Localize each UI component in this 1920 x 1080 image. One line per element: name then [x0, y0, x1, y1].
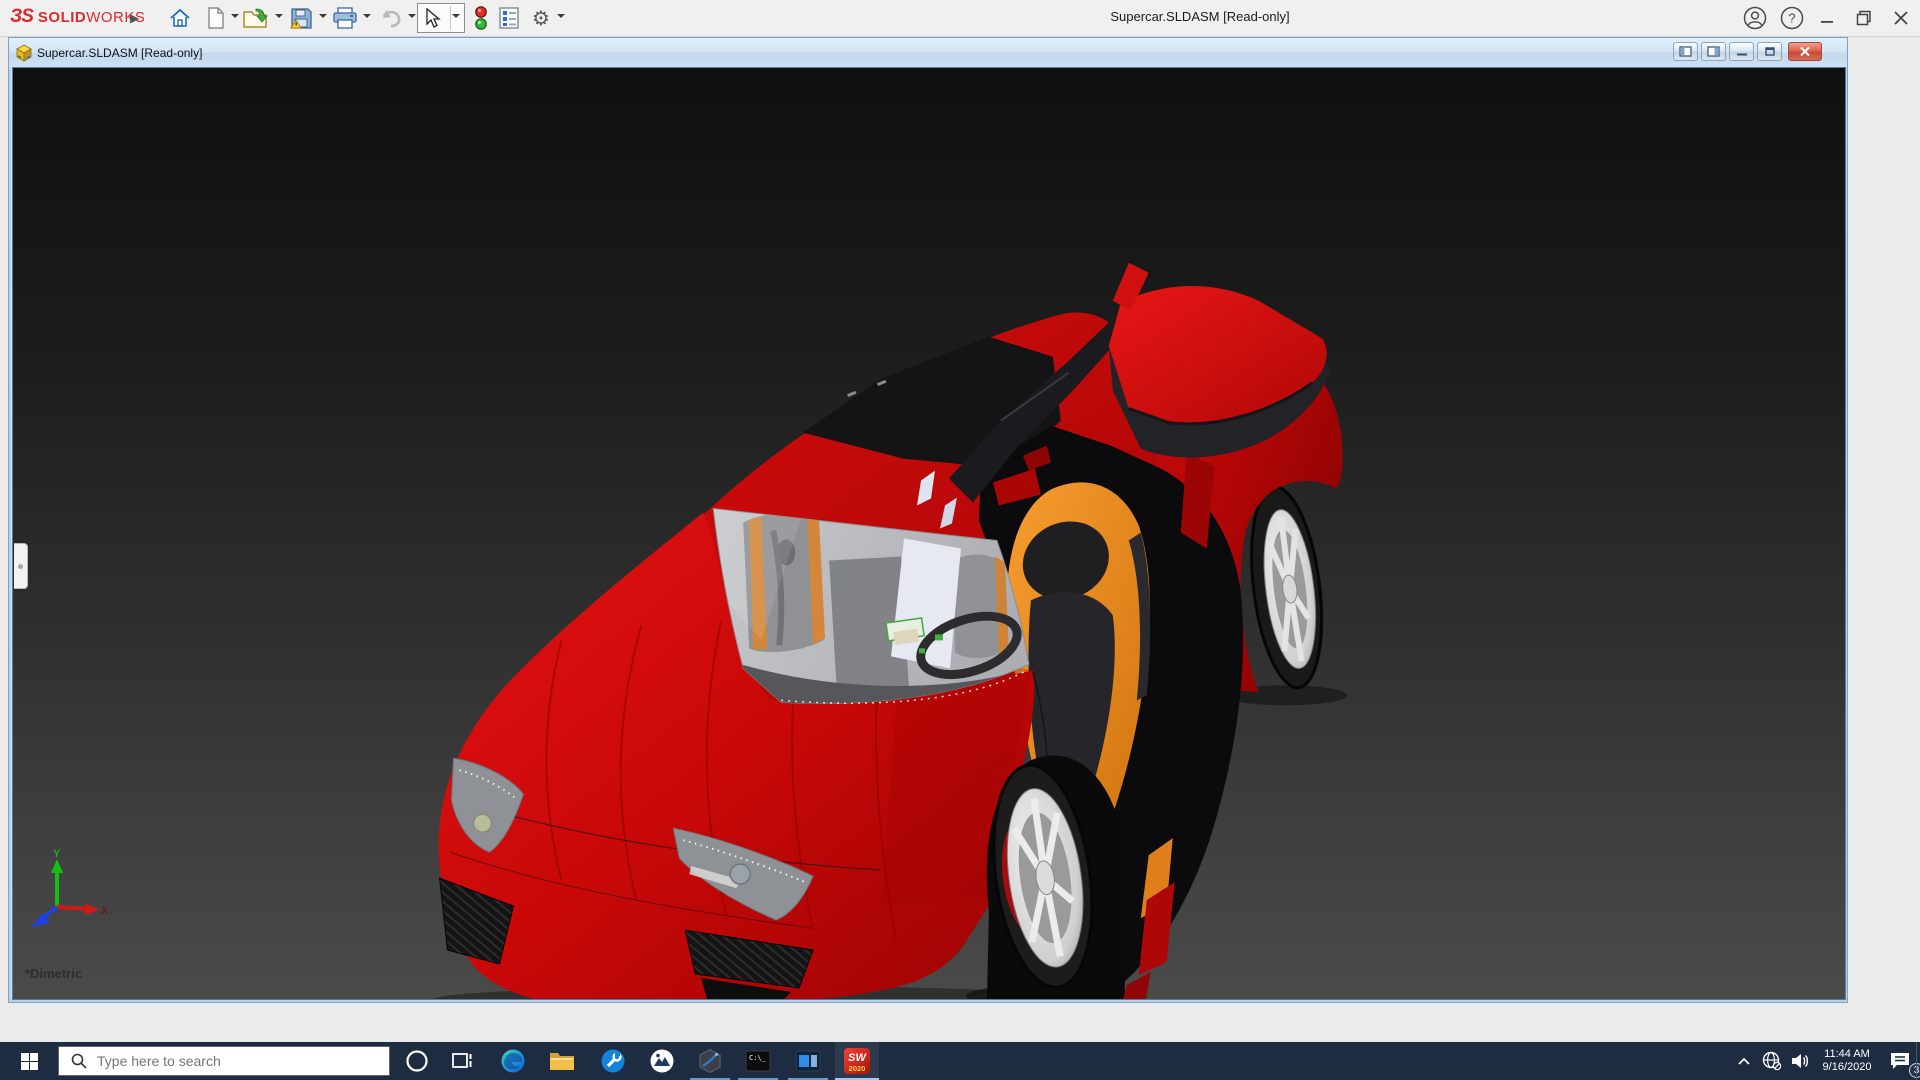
supercar-3d-model[interactable]	[13, 68, 1845, 999]
brand-solid: SOLID	[38, 9, 86, 26]
print-icon[interactable]	[332, 5, 358, 31]
show-desktop-strip[interactable]	[1916, 1042, 1917, 1080]
select-cursor-icon[interactable]	[420, 5, 446, 31]
svg-text:C:\_: C:\_	[749, 1054, 767, 1062]
orientation-triad: Y X	[27, 847, 113, 939]
start-button[interactable]	[0, 1042, 58, 1080]
minimize-icon[interactable]	[1812, 4, 1842, 32]
save-icon[interactable]	[288, 5, 314, 31]
pane-right-button[interactable]	[1701, 42, 1726, 61]
windshield	[713, 509, 1031, 713]
graphics-viewport[interactable]: Y X *Dimetric	[12, 67, 1846, 1000]
print-dropdown[interactable]	[363, 14, 371, 22]
pane-left-button[interactable]	[1673, 42, 1698, 61]
solidworks-2020-icon[interactable]: SW 2020	[835, 1042, 879, 1080]
clock-date: 9/16/2020	[1814, 1061, 1880, 1074]
search-icon	[71, 1053, 87, 1069]
undo-icon[interactable]	[377, 5, 403, 31]
document-close-button[interactable]	[1788, 42, 1822, 61]
help-icon[interactable]: ?	[1777, 4, 1807, 32]
volume-icon[interactable]	[1786, 1042, 1814, 1080]
photos-icon[interactable]	[640, 1042, 684, 1080]
rear-wheel	[1242, 483, 1332, 691]
open-icon[interactable]	[243, 5, 269, 31]
undo-dropdown[interactable]	[408, 14, 416, 22]
network-globe-icon[interactable]	[1758, 1042, 1786, 1080]
taskbar-clock[interactable]: 11:44 AM 9/16/2020	[1814, 1048, 1880, 1074]
toolbar-flyout-arrow-icon[interactable]: ▶	[130, 8, 144, 28]
svg-text:2020: 2020	[849, 1064, 866, 1073]
close-icon[interactable]	[1886, 4, 1916, 32]
options-gear-icon[interactable]: ⚙	[528, 5, 554, 31]
ds-logo-mark: ЗS	[10, 6, 33, 28]
triad-x-label: X	[101, 905, 109, 917]
restore-icon[interactable]	[1849, 4, 1879, 32]
triad-y-label: Y	[53, 848, 61, 860]
command-prompt-icon[interactable]: C:\_	[736, 1042, 780, 1080]
notification-count-badge: 3	[1909, 1063, 1920, 1078]
select-cursor-dropdown[interactable]	[452, 14, 460, 22]
chevron-up-icon[interactable]	[1730, 1042, 1758, 1080]
document-minimize-button[interactable]	[1729, 42, 1754, 61]
app-title: Supercar.SLDASM [Read-only]	[950, 9, 1450, 24]
windows-taskbar: C:\_ SW 2020	[0, 1042, 1920, 1080]
media-app-icon[interactable]	[786, 1042, 830, 1080]
solidworks-logo: ЗS SOLID WORKS	[10, 6, 145, 30]
home-icon[interactable]	[167, 5, 193, 31]
system-tray: 11:44 AM 9/16/2020 3	[1730, 1042, 1920, 1080]
edge-icon[interactable]	[491, 1042, 535, 1080]
taskbar-search[interactable]	[58, 1046, 390, 1076]
open-dropdown[interactable]	[275, 14, 283, 22]
document-titlebar[interactable]: Supercar.SLDASM [Read-only]	[9, 38, 1847, 67]
account-icon[interactable]	[1740, 4, 1770, 32]
document-window: Supercar.SLDASM [Read-only]	[8, 37, 1848, 1003]
file-explorer-icon[interactable]	[540, 1042, 584, 1080]
assembly-document-icon	[15, 44, 33, 62]
collapsed-panel-tab[interactable]	[14, 543, 28, 589]
stoplight-icon[interactable]	[468, 5, 494, 31]
notifications-icon[interactable]: 3	[1880, 1042, 1920, 1080]
new-document-icon[interactable]	[203, 5, 229, 31]
view-orientation-label: *Dimetric	[25, 966, 82, 981]
composer-hexagon-icon[interactable]	[688, 1042, 732, 1080]
application-titlebar: ЗS SOLID WORKS ▶	[0, 0, 1920, 37]
svg-text:SW: SW	[848, 1052, 867, 1064]
options-dropdown[interactable]	[557, 14, 565, 22]
document-title: Supercar.SLDASM [Read-only]	[37, 46, 202, 60]
support-tool-icon[interactable]	[591, 1042, 635, 1080]
task-view-icon[interactable]	[440, 1042, 484, 1080]
document-restore-button[interactable]	[1757, 42, 1782, 61]
svg-text:?: ?	[1788, 11, 1795, 26]
cortana-icon[interactable]	[395, 1042, 439, 1080]
clock-time: 11:44 AM	[1814, 1048, 1880, 1061]
new-document-dropdown[interactable]	[231, 14, 239, 22]
desktop: ЗS SOLID WORKS ▶	[0, 0, 1920, 1080]
file-properties-icon[interactable]	[496, 5, 522, 31]
save-dropdown[interactable]	[319, 14, 327, 22]
search-input[interactable]	[97, 1053, 357, 1069]
